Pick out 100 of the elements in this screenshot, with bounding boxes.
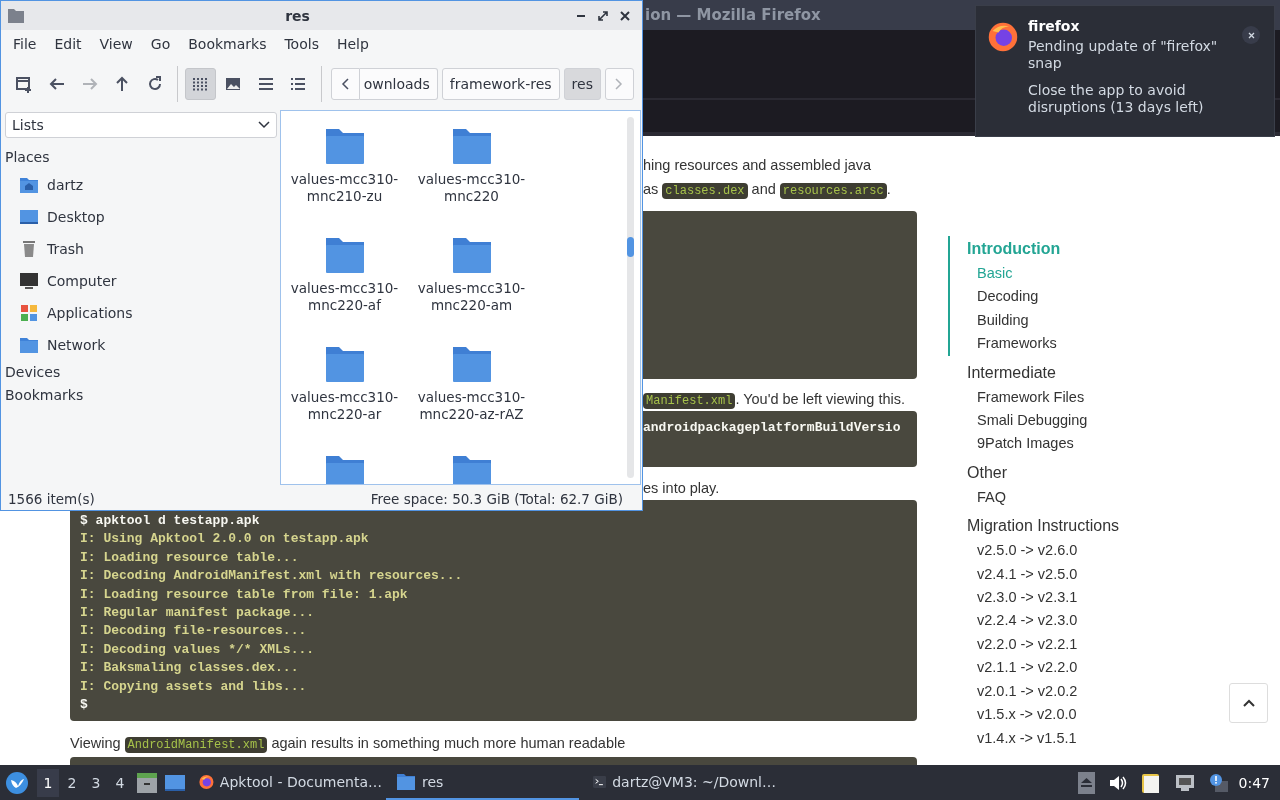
menu-item[interactable]: Help (327, 36, 378, 52)
place-item[interactable]: Network (5, 329, 277, 361)
back-icon (48, 77, 65, 91)
tray-button[interactable] (1108, 774, 1127, 791)
view-mode-button[interactable] (185, 68, 216, 100)
place-item[interactable]: dartz (5, 169, 277, 201)
folder-item[interactable]: values-mcc310-mnc220 (408, 127, 535, 236)
close-button[interactable] (1242, 26, 1260, 44)
place-item[interactable]: Desktop (5, 201, 277, 233)
folder-item[interactable]: values-mcc310-mnc210-zu (281, 127, 408, 236)
folder-icon (396, 772, 416, 791)
menu-item[interactable]: Go (141, 36, 180, 52)
menu-item[interactable]: View (90, 36, 142, 52)
scroll-back-button[interactable] (330, 68, 360, 100)
home-folder-icon (19, 175, 39, 195)
code-line: $ apktool d testapp.apk (80, 512, 261, 530)
toc-link[interactable]: v1.4.x -> v1.5.1 (967, 726, 1280, 750)
task-button[interactable]: Apktool - Documenta… (189, 765, 382, 800)
code-line: I: Decoding values */* XMLs... (80, 640, 316, 659)
tray-button[interactable] (1174, 773, 1195, 792)
path-button[interactable]: res (563, 68, 601, 100)
code-line: I: Regular manifest package... (80, 604, 316, 623)
free-space: Free space: 50.3 GiB (Total: 62.7 GiB) (370, 491, 623, 507)
toc-link[interactable]: Frameworks (967, 332, 1280, 356)
start-menu-button[interactable] (5, 770, 29, 795)
code-line: $ (80, 696, 89, 715)
section-heading: Bookmarks (5, 386, 85, 405)
applications-icon (19, 303, 39, 323)
code-line: I: Copying assets and libs... (80, 677, 308, 696)
toc-link[interactable]: v2.3.0 -> v2.3.1 (967, 586, 1280, 610)
start-icon (5, 770, 29, 795)
toc-heading[interactable]: Intermediate (967, 359, 1280, 386)
menu-item[interactable]: Bookmarks (179, 36, 276, 52)
item-count: 1566 item(s) (8, 491, 95, 507)
paragraph: hing resources and assembled java (643, 156, 873, 175)
toc-link[interactable]: v1.5.x -> v2.0.0 (967, 703, 1280, 727)
folder-icon (451, 345, 492, 383)
toc-link[interactable]: v2.1.1 -> v2.2.0 (967, 656, 1280, 680)
monitor-icon (19, 271, 39, 291)
workspace-button[interactable]: 1 (37, 768, 59, 797)
notification-summary: Pending update of "firefox" snap (1028, 38, 1219, 72)
workspace-button[interactable]: 2 (61, 768, 83, 797)
toc-heading[interactable]: Migration Instructions (967, 513, 1280, 540)
workspace-button[interactable]: 4 (109, 768, 131, 797)
caret-up-icon (1242, 699, 1255, 707)
folder-item[interactable]: values-mcc310-mnc220-am (408, 236, 535, 345)
minimize-icon (576, 14, 586, 17)
tray-button[interactable] (1140, 771, 1161, 794)
folder-item[interactable]: values-mcc310-mnc220-az-rAZ (408, 345, 535, 454)
toc-link[interactable]: v2.2.4 -> v2.3.0 (967, 609, 1280, 633)
folder-item[interactable]: values-mcc310-mnc220-ar (281, 345, 408, 454)
menu-item[interactable]: Edit (45, 36, 91, 52)
clipboard-icon (1140, 771, 1161, 794)
toc-link[interactable]: Framework Files (967, 385, 1280, 410)
folder-icon (7, 7, 25, 24)
grid-icon (192, 77, 209, 91)
place-item[interactable]: Trash (5, 233, 277, 265)
toc-link[interactable]: Building (967, 308, 1280, 333)
code-line: androidpackageplatformBuildVersio (643, 419, 902, 437)
folder-icon (451, 454, 492, 484)
chevron-right-icon (615, 78, 624, 90)
toc-heading[interactable]: Other (967, 459, 1280, 486)
section-heading: Devices (5, 363, 62, 382)
toc-link[interactable]: 9Patch Images (967, 432, 1280, 456)
eject-icon (1077, 771, 1095, 794)
toc-link[interactable]: Decoding (967, 285, 1280, 309)
path-button[interactable]: ownloads (359, 68, 438, 100)
side-pane-dropdown[interactable]: Lists (5, 112, 277, 138)
folder-icon (451, 236, 492, 274)
code-line: I: Loading resource table from file: 1.apk (80, 585, 409, 604)
network-folder-icon (19, 335, 39, 355)
code-line: I: Decoding AndroidManifest.xml with resources... (80, 567, 464, 586)
folder-icon (324, 345, 365, 383)
code-line: I: Using Apktool 2.0.0 on testapp.apk (80, 530, 370, 549)
file-cabinet-icon (136, 771, 158, 794)
path-button[interactable]: framework-res (441, 68, 560, 100)
folder-icon (451, 127, 492, 165)
alert-icon (1208, 772, 1229, 793)
scrollbar[interactable] (627, 117, 634, 478)
menu-item[interactable]: File (4, 36, 46, 52)
up-icon (115, 76, 130, 92)
task-button[interactable]: dartz@VM3: ~/Downl… (583, 765, 776, 800)
toc-link[interactable]: FAQ (967, 485, 1280, 510)
folder-item[interactable]: values-mcc310-mnc220-af (281, 236, 408, 345)
workspace-button[interactable]: 3 (85, 768, 107, 797)
paragraph: es into play. (643, 479, 721, 498)
place-item[interactable]: Applications (5, 297, 277, 329)
place-item[interactable]: Computer (5, 265, 277, 297)
task-button[interactable]: res (386, 765, 579, 800)
menu-item[interactable]: Tools (275, 36, 328, 52)
toc-link[interactable]: v2.2.0 -> v2.2.1 (967, 632, 1280, 657)
toc-link[interactable]: v2.5.0 -> v2.6.0 (967, 539, 1280, 563)
clock: 0:47 (1238, 774, 1270, 791)
tray-button[interactable] (1208, 772, 1229, 793)
toc-link[interactable]: v2.4.1 -> v2.5.0 (967, 562, 1280, 587)
toc-link[interactable]: v2.0.1 -> v2.0.2 (967, 679, 1280, 704)
reload-icon (146, 76, 163, 92)
toc-link[interactable]: Smali Debugging (967, 409, 1280, 433)
close-icon (1247, 31, 1255, 39)
detailed-list-icon (291, 78, 306, 90)
